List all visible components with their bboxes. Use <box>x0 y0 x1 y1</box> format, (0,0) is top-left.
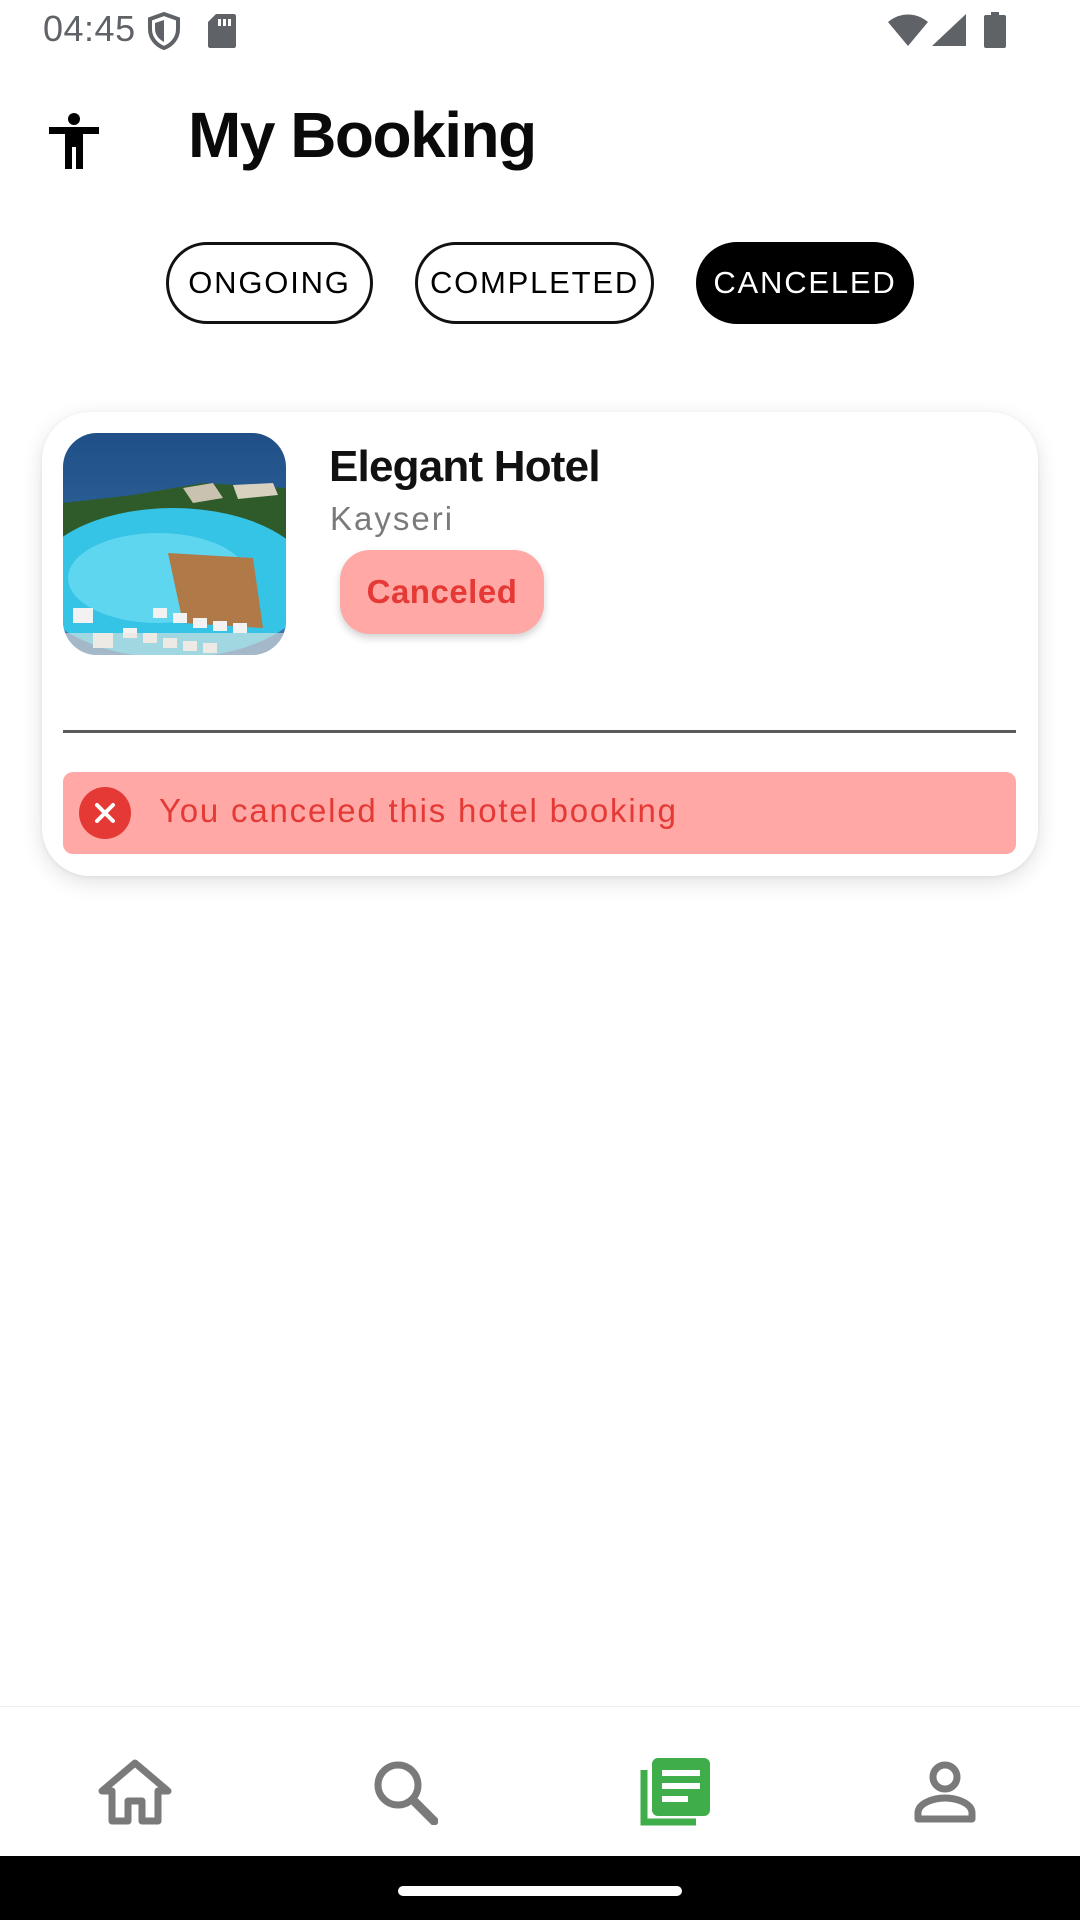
cell-signal-icon <box>932 14 966 51</box>
bookings-icon <box>640 1758 710 1826</box>
cancel-notice: You canceled this hotel booking <box>63 772 1016 854</box>
sd-card-icon <box>208 14 236 53</box>
bottom-nav <box>0 1706 1080 1857</box>
nav-bookings[interactable] <box>630 1747 720 1837</box>
tab-canceled[interactable]: CANCELED <box>696 242 914 324</box>
shield-icon <box>147 11 181 55</box>
profile-icon <box>914 1761 976 1823</box>
status-badge: Canceled <box>340 550 544 634</box>
status-bar: 04:45 <box>0 0 1080 62</box>
accessibility-button[interactable] <box>38 105 110 177</box>
wifi-icon <box>888 14 928 51</box>
home-icon <box>98 1759 172 1825</box>
accessibility-icon <box>49 113 99 169</box>
status-time: 04:45 <box>43 8 136 49</box>
hotel-city: Kayseri <box>330 500 455 537</box>
booking-tabs: ONGOING COMPLETED CANCELED <box>0 242 1080 328</box>
system-nav-bar <box>0 1856 1080 1920</box>
hotel-name: Elegant Hotel <box>329 442 601 491</box>
search-icon <box>374 1761 438 1825</box>
cancel-circle-icon <box>79 787 131 839</box>
divider <box>63 730 1016 733</box>
tab-completed[interactable]: COMPLETED <box>415 242 654 324</box>
nav-search[interactable] <box>360 1747 450 1837</box>
nav-home[interactable] <box>90 1747 180 1837</box>
hotel-image <box>63 433 286 655</box>
cancel-notice-text: You canceled this hotel booking <box>159 792 678 829</box>
header: My Booking <box>0 90 1080 180</box>
battery-icon <box>984 12 1006 53</box>
screen: 04:45 My Booking ONGOING COMPLETED CANCE… <box>0 0 1080 1920</box>
nav-profile[interactable] <box>900 1747 990 1837</box>
tab-ongoing[interactable]: ONGOING <box>166 242 373 324</box>
home-indicator[interactable] <box>398 1886 682 1896</box>
booking-card[interactable]: Elegant Hotel Kayseri Canceled You cance… <box>42 412 1038 876</box>
page-title: My Booking <box>188 99 537 171</box>
